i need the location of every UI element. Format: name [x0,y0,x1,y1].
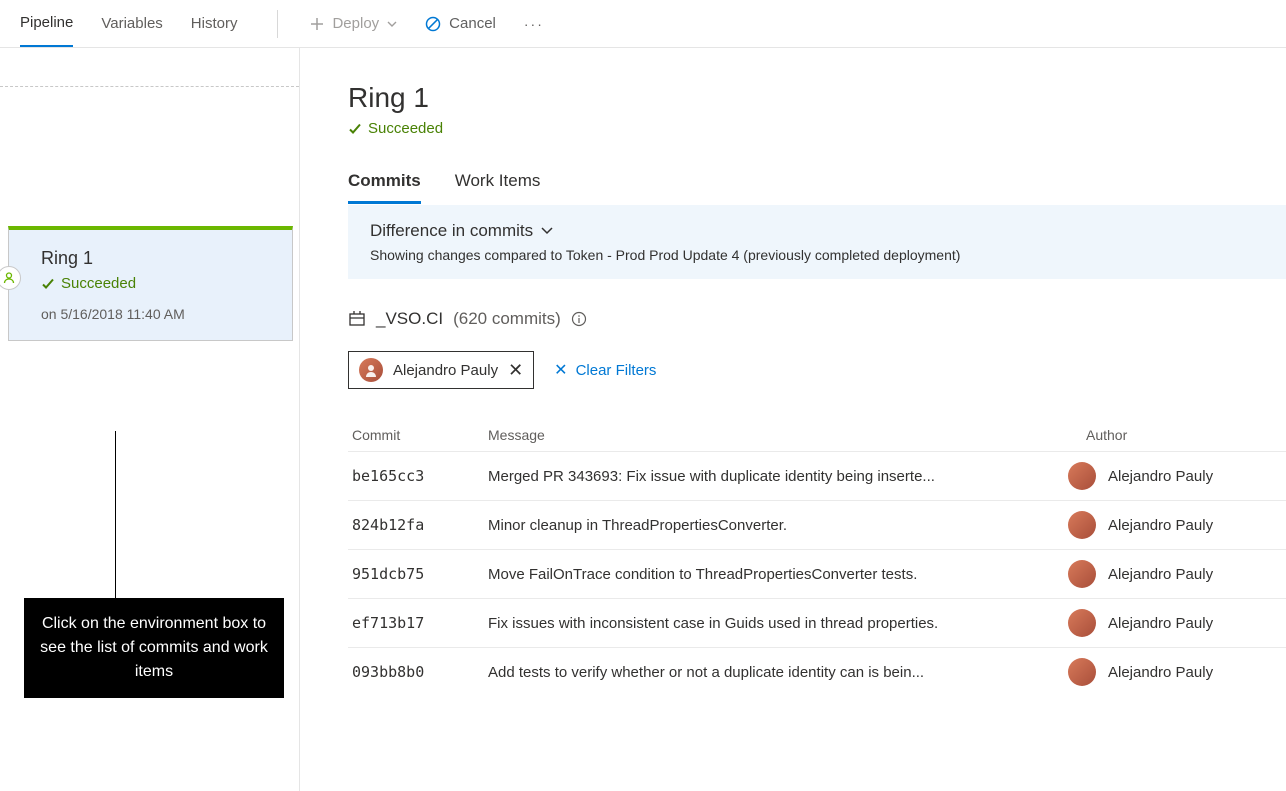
prohibit-icon [425,16,441,32]
commit-author: Alejandro Pauly [1068,658,1268,686]
detail-tabs: Commits Work Items [348,171,1286,205]
header-message: Message [488,427,1086,443]
table-header: Commit Message Author [348,419,1286,451]
table-row[interactable]: ef713b17Fix issues with inconsistent cas… [348,598,1286,647]
left-panel: Ring 1 Succeeded on 5/16/2018 11:40 AM C… [0,48,300,791]
avatar [1068,658,1096,686]
toolbar-divider [277,10,278,38]
commit-message: Move FailOnTrace condition to ThreadProp… [488,566,1068,583]
env-status: Succeeded [41,275,274,292]
repo-icon [348,310,366,328]
avatar [1068,511,1096,539]
toolbar-tabs: Pipeline Variables History [20,0,237,47]
cancel-button[interactable]: Cancel [425,15,496,32]
env-title: Ring 1 [41,248,274,269]
env-status-label: Succeeded [61,275,136,292]
avatar [1068,462,1096,490]
author-name: Alejandro Pauly [1108,664,1213,681]
commit-message: Add tests to verify whether or not a dup… [488,664,1068,681]
check-icon [348,122,362,136]
author-name: Alejandro Pauly [1108,615,1213,632]
detail-panel: Ring 1 Succeeded Commits Work Items Diff… [300,48,1286,791]
tab-variables[interactable]: Variables [101,0,162,47]
environment-card[interactable]: Ring 1 Succeeded on 5/16/2018 11:40 AM [8,226,293,341]
detail-title: Ring 1 [348,82,1286,114]
more-menu[interactable]: ··· [524,16,544,32]
repo-name: _VSO.CI [376,309,443,329]
info-icon[interactable] [571,311,587,327]
tab-history[interactable]: History [191,0,238,47]
author-name: Alejandro Pauly [1108,517,1213,534]
commit-hash: be165cc3 [348,467,488,485]
repo-commit-count: (620 commits) [453,309,561,329]
plus-icon [310,17,324,31]
env-timestamp: on 5/16/2018 11:40 AM [41,306,274,322]
diff-title-label: Difference in commits [370,221,533,241]
commit-hash: 951dcb75 [348,565,488,583]
clear-filters-button[interactable]: ✕ Clear Filters [554,360,656,380]
author-name: Alejandro Pauly [1108,468,1213,485]
commit-author: Alejandro Pauly [1068,511,1268,539]
commit-author: Alejandro Pauly [1068,609,1268,637]
table-row[interactable]: 824b12faMinor cleanup in ThreadPropertie… [348,500,1286,549]
callout-line [115,431,116,601]
tab-work-items[interactable]: Work Items [455,171,541,204]
repo-line: _VSO.CI (620 commits) [348,309,1286,329]
commit-message: Minor cleanup in ThreadPropertiesConvert… [488,517,1068,534]
table-row[interactable]: 093bb8b0Add tests to verify whether or n… [348,647,1286,696]
header-author: Author [1086,427,1286,443]
commit-message: Fix issues with inconsistent case in Gui… [488,615,1068,632]
diff-title-row[interactable]: Difference in commits [370,221,1264,241]
table-row[interactable]: 951dcb75Move FailOnTrace condition to Th… [348,549,1286,598]
chevron-down-icon [541,227,553,235]
table-row[interactable]: be165cc3Merged PR 343693: Fix issue with… [348,451,1286,500]
detail-status-label: Succeeded [368,120,443,137]
diff-banner: Difference in commits Showing changes co… [348,205,1286,279]
avatar [1068,609,1096,637]
avatar [359,358,383,382]
cancel-label: Cancel [449,15,496,32]
commit-author: Alejandro Pauly [1068,560,1268,588]
close-icon[interactable]: ✕ [508,360,523,381]
commit-author: Alejandro Pauly [1068,462,1268,490]
dashed-divider [0,86,299,87]
check-icon [41,277,55,291]
diff-subtitle: Showing changes compared to Token - Prod… [370,247,1264,263]
commit-hash: 093bb8b0 [348,663,488,681]
deploy-label: Deploy [332,15,379,32]
filter-chip-label: Alejandro Pauly [393,362,498,379]
tab-commits[interactable]: Commits [348,171,421,204]
author-filter-chip[interactable]: Alejandro Pauly ✕ [348,351,534,389]
header-commit: Commit [348,427,488,443]
chevron-down-icon [387,21,397,27]
clear-filters-label: Clear Filters [576,362,657,379]
commit-hash: 824b12fa [348,516,488,534]
author-name: Alejandro Pauly [1108,566,1213,583]
user-circle-icon [0,266,21,290]
toolbar: Pipeline Variables History Deploy Cancel… [0,0,1286,48]
avatar [1068,560,1096,588]
commit-hash: ef713b17 [348,614,488,632]
filter-row: Alejandro Pauly ✕ ✕ Clear Filters [348,351,1286,389]
deploy-button[interactable]: Deploy [310,15,397,32]
callout-box: Click on the environment box to see the … [24,598,284,698]
commit-message: Merged PR 343693: Fix issue with duplica… [488,468,1068,485]
commits-table: Commit Message Author be165cc3Merged PR … [348,419,1286,696]
detail-status: Succeeded [348,120,1286,137]
tab-pipeline[interactable]: Pipeline [20,0,73,47]
close-icon: ✕ [554,360,567,380]
